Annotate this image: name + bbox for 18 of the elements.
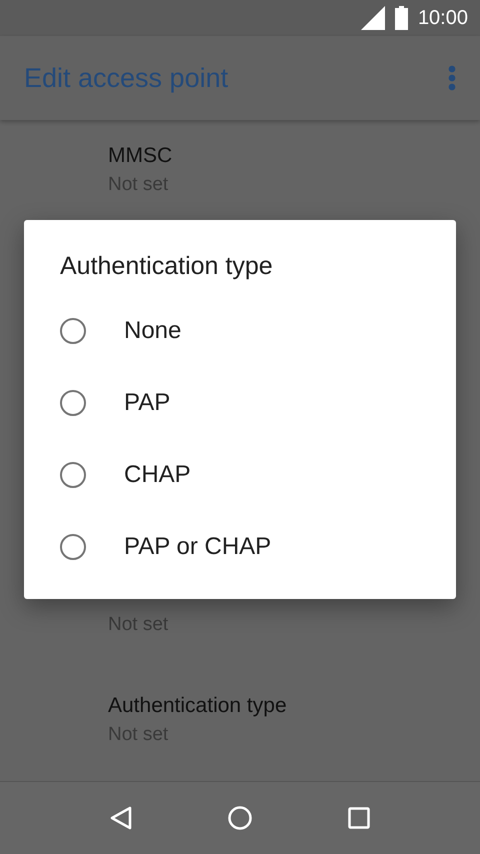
clock: 10:00 <box>418 6 468 30</box>
signal-icon <box>360 6 385 30</box>
radio-button[interactable] <box>60 318 86 344</box>
battery-icon <box>394 6 408 30</box>
recents-icon[interactable] <box>348 807 370 829</box>
radio-option[interactable]: CHAP <box>60 439 191 511</box>
back-icon[interactable] <box>110 806 132 830</box>
screen-title: Edit access point <box>24 62 228 94</box>
setting-title: MMSC <box>108 144 172 168</box>
setting-title: Authentication type <box>108 694 287 718</box>
radio-button[interactable] <box>60 534 86 560</box>
radio-option[interactable]: PAP or CHAP <box>60 511 272 583</box>
radio-option[interactable]: PAP <box>60 367 170 439</box>
radio-button[interactable] <box>60 390 86 416</box>
home-icon[interactable] <box>228 806 252 830</box>
radio-button[interactable] <box>60 462 86 488</box>
dialog-title: Authentication type <box>60 252 273 281</box>
radio-option[interactable]: None <box>60 295 182 367</box>
